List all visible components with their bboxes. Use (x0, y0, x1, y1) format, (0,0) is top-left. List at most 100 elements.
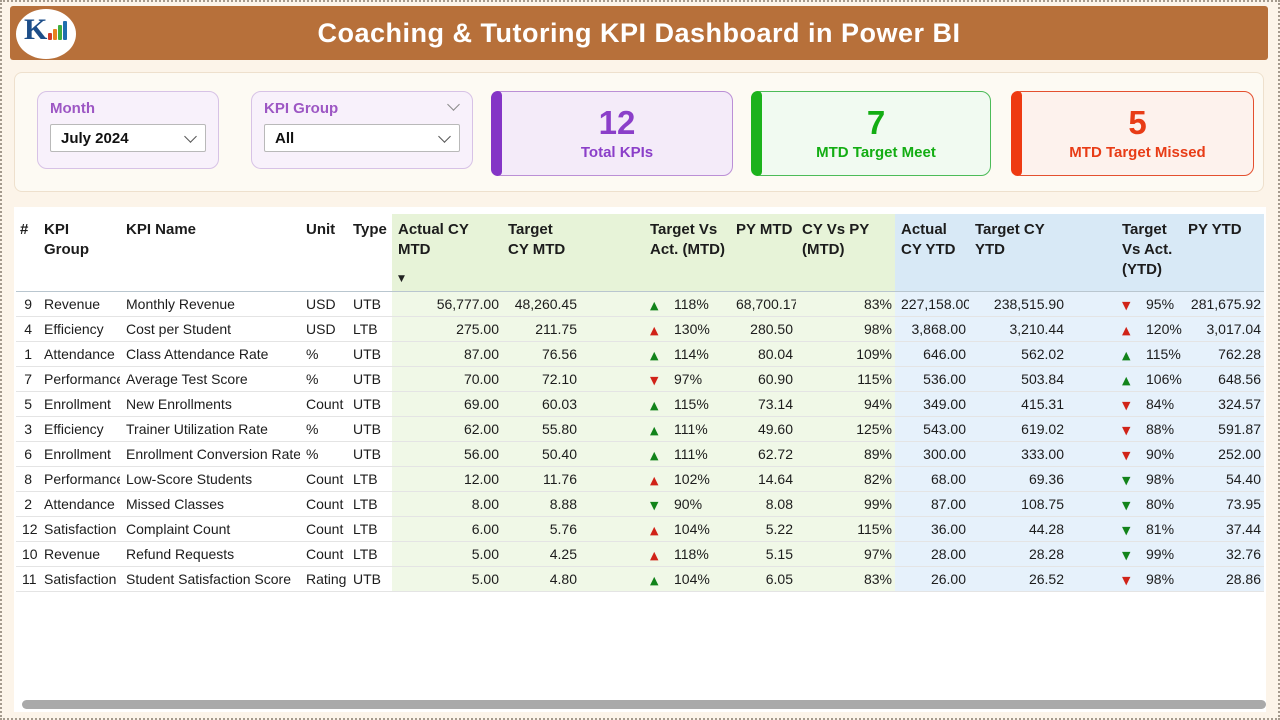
cell-py-ytd[interactable]: 324.57 (1182, 392, 1264, 417)
cell-target-vs-act-ytd[interactable]: ▼99% (1067, 542, 1182, 567)
cell-target-vs-act-mtd[interactable]: ▲104% (580, 567, 730, 592)
cell-py-mtd[interactable]: 8.08 (730, 492, 796, 517)
cell-target-cy-ytd[interactable]: 333.00 (969, 442, 1067, 467)
cell-actual-cy-mtd[interactable]: 56,777.00 (392, 292, 502, 317)
cell-unit[interactable]: USD (300, 292, 347, 317)
cell-actual-cy-ytd[interactable]: 3,868.00 (895, 317, 969, 342)
cell-py-ytd[interactable]: 54.40 (1182, 467, 1264, 492)
cell-type[interactable]: UTB (347, 417, 392, 442)
cell-actual-cy-ytd[interactable]: 543.00 (895, 417, 969, 442)
cell-py-mtd[interactable]: 280.50 (730, 317, 796, 342)
cell-target-cy-mtd[interactable]: 4.80 (502, 567, 580, 592)
cell-target-cy-ytd[interactable]: 619.02 (969, 417, 1067, 442)
cell-py-ytd[interactable]: 3,017.04 (1182, 317, 1264, 342)
cell-cy-vs-py-mtd[interactable]: 115% (796, 367, 895, 392)
cell-py-mtd[interactable]: 49.60 (730, 417, 796, 442)
cell-unit[interactable]: % (300, 417, 347, 442)
cell-actual-cy-mtd[interactable]: 275.00 (392, 317, 502, 342)
cell-actual-cy-mtd[interactable]: 56.00 (392, 442, 502, 467)
table-row[interactable]: 1AttendanceClass Attendance Rate%UTB87.0… (16, 342, 1264, 367)
cell-target-cy-mtd[interactable]: 55.80 (502, 417, 580, 442)
cell-kpi-name[interactable]: Monthly Revenue (120, 292, 300, 317)
cell-index[interactable]: 10 (16, 542, 38, 567)
cell-unit[interactable]: % (300, 342, 347, 367)
table-row[interactable]: 4EfficiencyCost per StudentUSDLTB275.002… (16, 317, 1264, 342)
cell-kpi-group[interactable]: Enrollment (38, 442, 120, 467)
cell-actual-cy-ytd[interactable]: 646.00 (895, 342, 969, 367)
cell-actual-cy-mtd[interactable]: 5.00 (392, 542, 502, 567)
table-row[interactable]: 6EnrollmentEnrollment Conversion Rate%UT… (16, 442, 1264, 467)
cell-target-cy-ytd[interactable]: 108.75 (969, 492, 1067, 517)
cell-target-cy-mtd[interactable]: 5.76 (502, 517, 580, 542)
cell-index[interactable]: 3 (16, 417, 38, 442)
table-row[interactable]: 3EfficiencyTrainer Utilization Rate%UTB6… (16, 417, 1264, 442)
cell-actual-cy-mtd[interactable]: 5.00 (392, 567, 502, 592)
cell-kpi-group[interactable]: Attendance (38, 342, 120, 367)
cell-type[interactable]: LTB (347, 542, 392, 567)
cell-kpi-name[interactable]: Student Satisfaction Score (120, 567, 300, 592)
cell-unit[interactable]: % (300, 442, 347, 467)
col-header-target-vs-act-ytd[interactable]: Target Vs Act. (YTD) (1067, 214, 1182, 292)
sort-descending-icon[interactable]: ▼ (398, 269, 499, 289)
cell-target-vs-act-mtd[interactable]: ▲102% (580, 467, 730, 492)
col-header-kpi-name[interactable]: KPI Name (120, 214, 300, 292)
cell-kpi-name[interactable]: Class Attendance Rate (120, 342, 300, 367)
cell-target-cy-mtd[interactable]: 60.03 (502, 392, 580, 417)
cell-type[interactable]: LTB (347, 317, 392, 342)
cell-target-vs-act-ytd[interactable]: ▼98% (1067, 467, 1182, 492)
cell-target-vs-act-ytd[interactable]: ▼80% (1067, 492, 1182, 517)
table-row[interactable]: 9RevenueMonthly RevenueUSDUTB56,777.0048… (16, 292, 1264, 317)
cell-index[interactable]: 9 (16, 292, 38, 317)
col-header-target-vs-act-mtd[interactable]: Target Vs Act. (MTD) (580, 214, 730, 292)
table-row[interactable]: 8PerformanceLow-Score StudentsCountLTB12… (16, 467, 1264, 492)
cell-py-mtd[interactable]: 68,700.17 (730, 292, 796, 317)
cell-py-mtd[interactable]: 62.72 (730, 442, 796, 467)
cell-py-mtd[interactable]: 73.14 (730, 392, 796, 417)
cell-py-ytd[interactable]: 28.86 (1182, 567, 1264, 592)
cell-py-ytd[interactable]: 762.28 (1182, 342, 1264, 367)
cell-target-cy-mtd[interactable]: 11.76 (502, 467, 580, 492)
cell-kpi-group[interactable]: Attendance (38, 492, 120, 517)
cell-target-cy-ytd[interactable]: 3,210.44 (969, 317, 1067, 342)
cell-index[interactable]: 4 (16, 317, 38, 342)
cell-target-vs-act-mtd[interactable]: ▲115% (580, 392, 730, 417)
cell-target-vs-act-ytd[interactable]: ▼98% (1067, 567, 1182, 592)
cell-py-ytd[interactable]: 591.87 (1182, 417, 1264, 442)
cell-kpi-name[interactable]: Low-Score Students (120, 467, 300, 492)
cell-actual-cy-ytd[interactable]: 349.00 (895, 392, 969, 417)
kpi-group-dropdown[interactable]: All (264, 124, 460, 152)
cell-unit[interactable]: USD (300, 317, 347, 342)
cell-actual-cy-ytd[interactable]: 36.00 (895, 517, 969, 542)
cell-kpi-name[interactable]: Average Test Score (120, 367, 300, 392)
cell-unit[interactable]: Count (300, 517, 347, 542)
cell-target-cy-ytd[interactable]: 26.52 (969, 567, 1067, 592)
cell-py-ytd[interactable]: 32.76 (1182, 542, 1264, 567)
cell-py-mtd[interactable]: 5.15 (730, 542, 796, 567)
cell-cy-vs-py-mtd[interactable]: 83% (796, 567, 895, 592)
cell-actual-cy-mtd[interactable]: 62.00 (392, 417, 502, 442)
cell-target-vs-act-mtd[interactable]: ▲104% (580, 517, 730, 542)
cell-actual-cy-mtd[interactable]: 6.00 (392, 517, 502, 542)
cell-cy-vs-py-mtd[interactable]: 115% (796, 517, 895, 542)
cell-type[interactable]: UTB (347, 392, 392, 417)
table-row[interactable]: 12SatisfactionComplaint CountCountLTB6.0… (16, 517, 1264, 542)
cell-unit[interactable]: Count (300, 467, 347, 492)
cell-kpi-group[interactable]: Revenue (38, 542, 120, 567)
cell-kpi-group[interactable]: Satisfaction (38, 567, 120, 592)
cell-py-ytd[interactable]: 648.56 (1182, 367, 1264, 392)
col-header-type[interactable]: Type (347, 214, 392, 292)
cell-target-vs-act-mtd[interactable]: ▼97% (580, 367, 730, 392)
cell-py-mtd[interactable]: 60.90 (730, 367, 796, 392)
cell-type[interactable]: UTB (347, 342, 392, 367)
cell-target-cy-ytd[interactable]: 415.31 (969, 392, 1067, 417)
cell-kpi-name[interactable]: New Enrollments (120, 392, 300, 417)
cell-actual-cy-mtd[interactable]: 69.00 (392, 392, 502, 417)
table-row[interactable]: 5EnrollmentNew EnrollmentsCountUTB69.006… (16, 392, 1264, 417)
cell-target-vs-act-ytd[interactable]: ▲120% (1067, 317, 1182, 342)
cell-target-cy-mtd[interactable]: 48,260.45 (502, 292, 580, 317)
month-dropdown[interactable]: July 2024 (50, 124, 206, 152)
col-header-unit[interactable]: Unit (300, 214, 347, 292)
cell-type[interactable]: UTB (347, 442, 392, 467)
col-header-py-mtd[interactable]: PY MTD (730, 214, 796, 292)
cell-py-ytd[interactable]: 252.00 (1182, 442, 1264, 467)
